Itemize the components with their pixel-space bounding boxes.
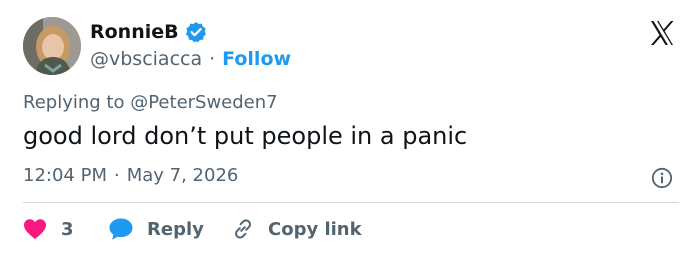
follow-button[interactable]: Follow — [222, 48, 291, 70]
tweet-date: May 7, 2026 — [126, 165, 239, 186]
copy-link-label: Copy link — [268, 218, 362, 240]
reply-button[interactable]: Reply — [108, 216, 204, 242]
reply-context-handle[interactable]: @PeterSweden7 — [130, 92, 277, 113]
link-icon — [231, 217, 255, 241]
author-handle-row: @vbsciacca · Follow — [90, 46, 291, 72]
divider — [23, 202, 679, 203]
copy-link-button[interactable]: Copy link — [231, 216, 362, 242]
author-display-name[interactable]: RonnieB — [90, 21, 179, 43]
like-count: 3 — [61, 218, 74, 240]
reply-context-prefix: Replying to — [23, 92, 125, 113]
x-logo-icon[interactable] — [648, 19, 676, 47]
separator-dot: · — [209, 48, 216, 70]
verified-badge-icon — [185, 21, 207, 43]
author-name-row: RonnieB — [90, 19, 207, 45]
speech-bubble-icon — [108, 217, 134, 241]
avatar-image — [23, 17, 81, 75]
separator-dot: · — [113, 165, 120, 186]
author-handle[interactable]: @vbsciacca — [90, 48, 202, 70]
avatar[interactable] — [23, 17, 81, 75]
tweet-timestamp[interactable]: 12:04 PM · May 7, 2026 — [23, 165, 238, 186]
info-icon[interactable] — [651, 167, 673, 189]
like-button[interactable]: 3 — [23, 216, 74, 242]
reply-context: Replying to @PeterSweden7 — [23, 92, 278, 113]
tweet-text: good lord don’t put people in a panic — [23, 122, 468, 150]
tweet-time: 12:04 PM — [23, 165, 107, 186]
reply-label: Reply — [147, 218, 204, 240]
heart-icon — [23, 218, 47, 240]
